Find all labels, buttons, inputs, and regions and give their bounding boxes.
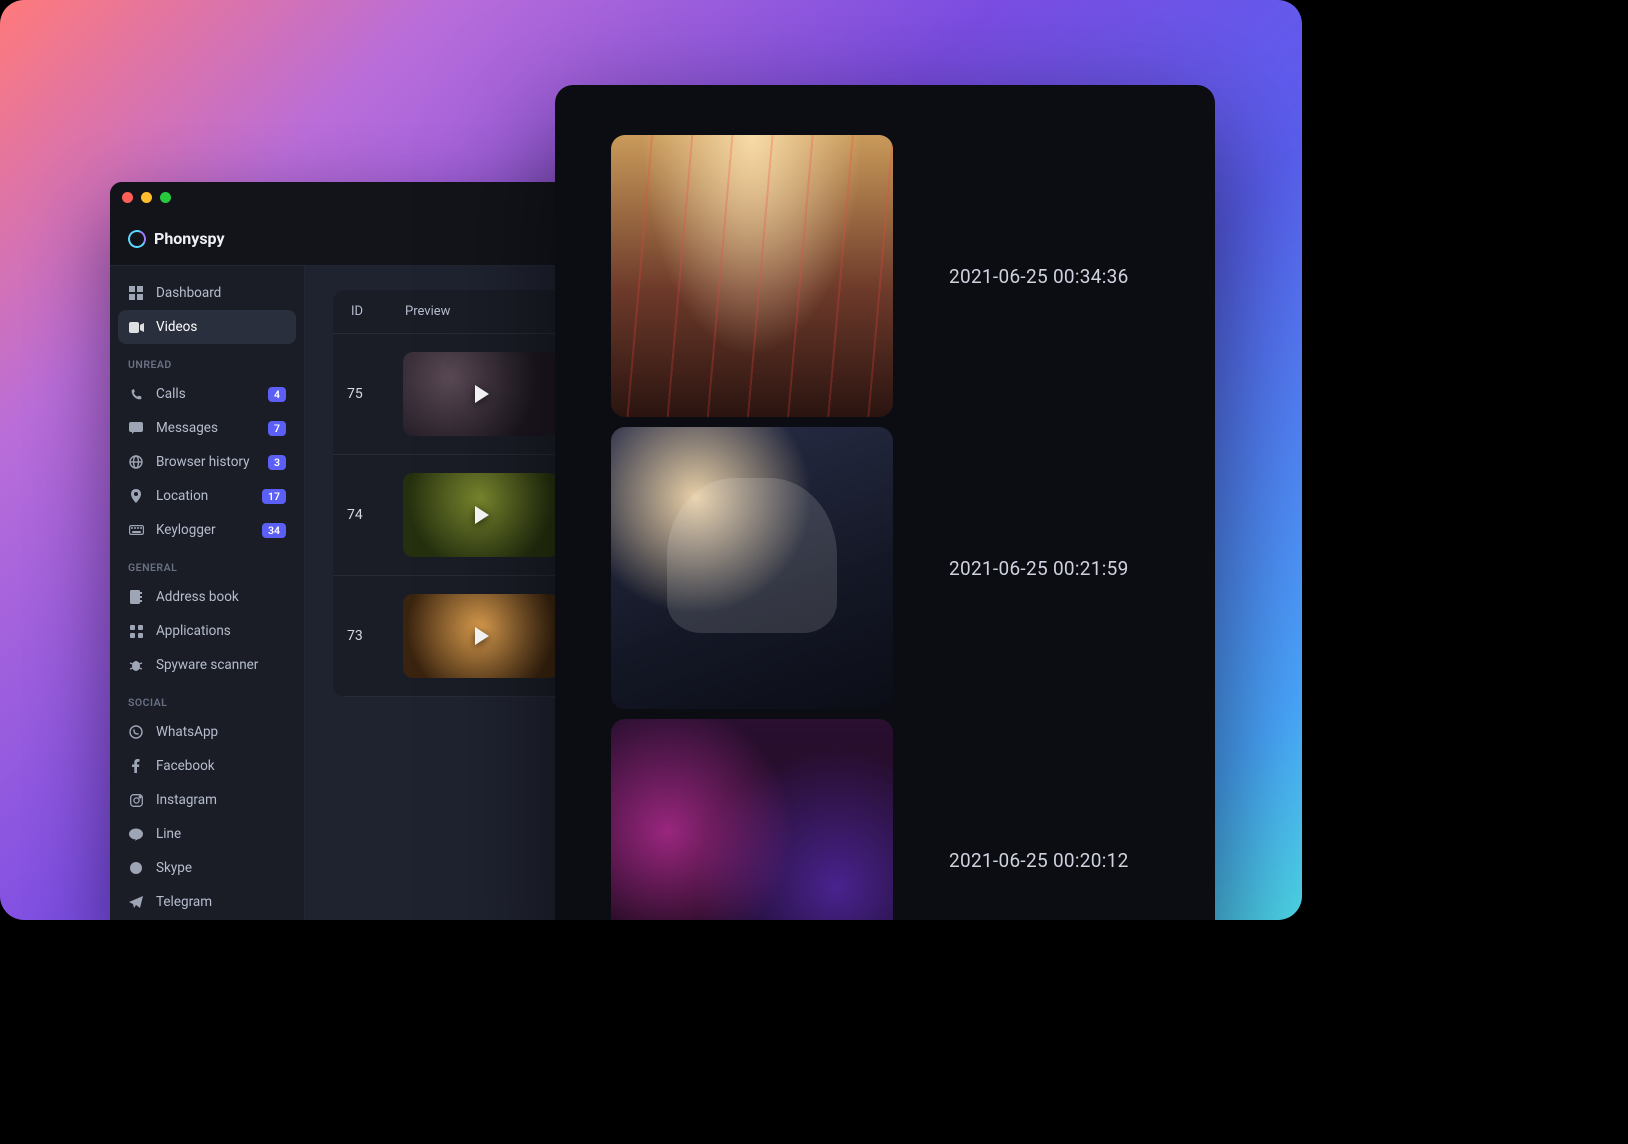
column-id: ID <box>351 304 405 319</box>
brand-logo-icon <box>125 227 148 250</box>
sidebar-item-address-book[interactable]: Address book <box>118 580 296 614</box>
sidebar-item-label: Calls <box>156 386 256 402</box>
preview-image[interactable] <box>611 135 893 417</box>
sidebar-item-label: Videos <box>156 319 286 335</box>
sidebar-item-facebook[interactable]: Facebook <box>118 749 296 783</box>
preview-image[interactable] <box>611 719 893 920</box>
video-icon <box>128 322 144 333</box>
sidebar-item-telegram[interactable]: Telegram <box>118 885 296 919</box>
sidebar-item-label: WhatsApp <box>156 724 286 740</box>
whatsapp-icon <box>128 725 144 739</box>
sidebar-item-label: Facebook <box>156 758 286 774</box>
sidebar-item-whatsapp[interactable]: WhatsApp <box>118 715 296 749</box>
telegram-icon <box>128 896 144 908</box>
row-id: 75 <box>347 386 397 402</box>
globe-icon <box>128 455 144 469</box>
stage: Phonyspy Dashboard Videos UNREAD <box>0 0 1302 920</box>
sidebar-item-label: Keylogger <box>156 522 250 538</box>
badge: 17 <box>262 489 286 504</box>
sidebar-item-skype[interactable]: Skype <box>118 851 296 885</box>
badge: 4 <box>268 387 286 402</box>
sidebar-item-calls[interactable]: Calls 4 <box>118 377 296 411</box>
row-id: 73 <box>347 628 397 644</box>
sidebar-item-label: Address book <box>156 589 286 605</box>
play-icon <box>403 352 559 436</box>
play-icon <box>403 594 559 678</box>
sidebar-item-keylogger[interactable]: Keylogger 34 <box>118 513 296 547</box>
sidebar-item-label: Messages <box>156 420 256 436</box>
sidebar-section-general: GENERAL <box>118 547 296 580</box>
preview-row[interactable]: 2021-06-25 00:34:36 <box>611 135 1159 417</box>
sidebar-item-label: Browser history <box>156 454 256 470</box>
preview-timestamp: 2021-06-25 00:34:36 <box>949 265 1129 288</box>
sidebar-item-label: Dashboard <box>156 285 286 301</box>
sidebar-item-applications[interactable]: Applications <box>118 614 296 648</box>
traffic-close-icon[interactable] <box>122 192 133 203</box>
preview-panel: 2021-06-25 00:34:36 2021-06-25 00:21:59 … <box>555 85 1215 920</box>
sidebar: Dashboard Videos UNREAD Calls 4 <box>110 266 305 920</box>
bug-icon <box>128 659 144 672</box>
row-id: 74 <box>347 507 397 523</box>
play-icon <box>403 473 559 557</box>
badge: 3 <box>268 455 286 470</box>
facebook-icon <box>128 759 144 773</box>
sidebar-item-messages[interactable]: Messages 7 <box>118 411 296 445</box>
grid-icon <box>128 286 144 300</box>
sidebar-item-browser-history[interactable]: Browser history 3 <box>118 445 296 479</box>
phone-icon <box>128 388 144 401</box>
pin-icon <box>128 489 144 503</box>
sidebar-item-spyware-scanner[interactable]: Spyware scanner <box>118 648 296 682</box>
message-icon <box>128 422 144 434</box>
sidebar-item-label: Instagram <box>156 792 286 808</box>
preview-row[interactable]: 2021-06-25 00:20:12 <box>611 719 1159 920</box>
preview-timestamp: 2021-06-25 00:21:59 <box>949 557 1129 580</box>
video-thumbnail[interactable] <box>403 473 559 557</box>
sidebar-section-social: SOCIAL <box>118 682 296 715</box>
traffic-minimize-icon[interactable] <box>141 192 152 203</box>
sidebar-item-videos[interactable]: Videos <box>118 310 296 344</box>
preview-row[interactable]: 2021-06-25 00:21:59 <box>611 427 1159 709</box>
instagram-icon <box>128 794 144 807</box>
traffic-zoom-icon[interactable] <box>160 192 171 203</box>
sidebar-item-label: Skype <box>156 860 286 876</box>
preview-image[interactable] <box>611 427 893 709</box>
video-thumbnail[interactable] <box>403 594 559 678</box>
brand-name: Phonyspy <box>154 229 225 248</box>
sidebar-item-label: Applications <box>156 623 286 639</box>
preview-timestamp: 2021-06-25 00:20:12 <box>949 849 1129 872</box>
skype-icon <box>128 861 144 875</box>
apps-icon <box>128 625 144 638</box>
line-icon <box>128 828 144 841</box>
badge: 34 <box>262 523 286 538</box>
video-thumbnail[interactable] <box>403 352 559 436</box>
sidebar-item-location[interactable]: Location 17 <box>118 479 296 513</box>
sidebar-item-label: Location <box>156 488 250 504</box>
sidebar-item-instagram[interactable]: Instagram <box>118 783 296 817</box>
sidebar-section-unread: UNREAD <box>118 344 296 377</box>
badge: 7 <box>268 421 286 436</box>
sidebar-item-label: Line <box>156 826 286 842</box>
book-icon <box>128 590 144 604</box>
sidebar-item-dashboard[interactable]: Dashboard <box>118 276 296 310</box>
keyboard-icon <box>128 525 144 535</box>
sidebar-item-label: Spyware scanner <box>156 657 286 673</box>
sidebar-item-line[interactable]: Line <box>118 817 296 851</box>
sidebar-item-label: Telegram <box>156 894 286 910</box>
